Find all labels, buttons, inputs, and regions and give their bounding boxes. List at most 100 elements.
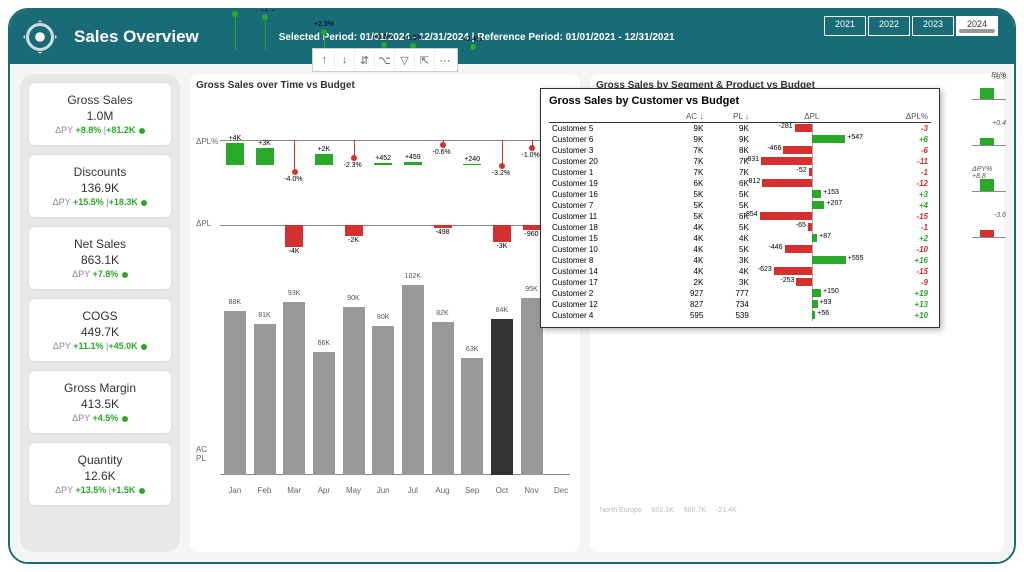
col-dpl[interactable]: ΔPL <box>752 111 872 123</box>
more-icon[interactable]: ⋯ <box>435 51 455 69</box>
cell-pl: 3K <box>706 277 752 288</box>
table-row[interactable]: Customer 14 4K 4K -623 -15 <box>549 266 931 277</box>
time-chart[interactable]: ΔPL% +4.5% +4.1% -4.0% +2.3% -2.3% +0.6%… <box>196 95 574 535</box>
cell-name: Customer 6 <box>549 134 657 145</box>
export-icon[interactable]: ⇱ <box>415 51 435 69</box>
cell-name: Customer 16 <box>549 189 657 200</box>
year-tab-2023[interactable]: 2023 <box>912 16 954 36</box>
kpi-value: 413.5K <box>35 397 165 411</box>
kpi-card[interactable]: Gross Sales 1.0M ΔPY +8.8% |+81.2K <box>28 82 172 146</box>
cell-dplp: -10 <box>872 244 931 255</box>
chart-toolbar: ↑↓⇵⌥▽⇱⋯ <box>312 48 458 72</box>
year-tab-2022[interactable]: 2022 <box>868 16 910 36</box>
arrow-down-icon[interactable]: ↓ <box>335 51 355 69</box>
actual-column[interactable]: 80K <box>372 326 394 475</box>
app-frame: Sales Overview Selected Period: 01/01/20… <box>8 8 1016 564</box>
col-dplp[interactable]: ΔPL% <box>872 111 931 123</box>
faded-row: North Europe 602.1K 580.7K -21.4K <box>600 507 1002 514</box>
kpi-card[interactable]: Quantity 12.6K ΔPY +13.5% |+1.5K <box>28 442 172 506</box>
funnel-icon[interactable]: ▽ <box>395 51 415 69</box>
table-row[interactable]: Customer 17 2K 3K -253 -9 <box>549 277 931 288</box>
cell-pl: 5K <box>706 222 752 233</box>
cell-dplp: -12 <box>872 178 931 189</box>
actual-column[interactable]: 66K <box>313 352 335 475</box>
cell-dpl-bar: -831 <box>752 156 872 167</box>
sort-down-icon: ↓ <box>699 112 703 121</box>
cell-ac: 7K <box>657 167 706 178</box>
actual-column[interactable]: 84K <box>491 319 513 475</box>
kpi-delta: ΔPY +4.5% <box>35 413 165 423</box>
hierarchy-icon[interactable]: ⌥ <box>375 51 395 69</box>
time-chart-title: Gross Sales over Time vs Budget <box>196 80 574 91</box>
cell-ac: 5K <box>657 211 706 222</box>
kpi-card[interactable]: Net Sales 863.1K ΔPY +7.8% <box>28 226 172 290</box>
table-row[interactable]: Customer 10 4K 5K -446 -10 <box>549 244 931 255</box>
table-row[interactable]: Customer 20 7K 7K -831 -11 <box>549 156 931 167</box>
x-tick-label: Mar <box>280 486 308 495</box>
cell-name: Customer 4 <box>549 310 657 321</box>
cell-ac: 2K <box>657 277 706 288</box>
kpi-delta: ΔPY +7.8% <box>35 269 165 279</box>
table-row[interactable]: Customer 16 5K 5K +153 +3 <box>549 189 931 200</box>
actual-column[interactable]: 63K <box>461 358 483 475</box>
actual-column[interactable]: 81K <box>254 324 276 475</box>
year-tab-2024[interactable]: 2024 <box>956 16 998 36</box>
cell-pl: 8K <box>706 145 752 156</box>
table-row[interactable]: Customer 6 9K 9K +547 +6 <box>549 134 931 145</box>
actual-column[interactable]: 88K <box>224 311 246 475</box>
cell-dplp: -15 <box>872 266 931 277</box>
table-row[interactable]: Customer 7 5K 5K +207 +4 <box>549 200 931 211</box>
table-row[interactable]: Customer 2 927 777 +150 +19 <box>549 288 931 299</box>
col-ac[interactable]: AC ↓ <box>657 111 706 123</box>
col-pl[interactable]: PL ↓ <box>706 111 752 123</box>
status-dot-icon <box>122 416 128 422</box>
peek-mini-bar: +0.8 <box>972 84 1006 100</box>
table-row[interactable]: Customer 18 4K 5K -65 -1 <box>549 222 931 233</box>
kpi-delta: ΔPY +13.5% |+1.5K <box>35 485 165 495</box>
table-row[interactable]: Customer 1 7K 7K -52 -1 <box>549 167 931 178</box>
table-row[interactable]: Customer 3 7K 8K -466 -6 <box>549 145 931 156</box>
cell-dpl-bar: -281 <box>752 123 872 135</box>
kpi-card[interactable]: Gross Margin 413.5K ΔPY +4.5% <box>28 370 172 434</box>
actual-column[interactable]: 82K <box>432 322 454 475</box>
x-tick-label: Aug <box>429 486 457 495</box>
time-chart-panel: ↑↓⇵⌥▽⇱⋯ Gross Sales over Time vs Budget … <box>190 74 580 552</box>
table-row[interactable]: Customer 4 595 539 +56 +10 <box>549 310 931 321</box>
table-row[interactable]: Customer 12 827 734 +93 +13 <box>549 299 931 310</box>
cell-dpl-bar: +150 <box>752 288 872 299</box>
table-row[interactable]: Customer 15 4K 4K +87 +2 <box>549 233 931 244</box>
kpi-value: 12.6K <box>35 469 165 483</box>
cell-dpl-bar: +555 <box>752 255 872 266</box>
arrow-up-icon[interactable]: ↑ <box>315 51 335 69</box>
kpi-card[interactable]: COGS 449.7K ΔPY +11.1% |+45.0K <box>28 298 172 362</box>
table-row[interactable]: Customer 8 4K 3K +555 +16 <box>549 255 931 266</box>
year-tab-2021[interactable]: 2021 <box>824 16 866 36</box>
table-row[interactable]: Customer 19 6K 6K -812 -12 <box>549 178 931 189</box>
cell-name: Customer 18 <box>549 222 657 233</box>
actual-column[interactable]: 93K <box>283 302 305 475</box>
cell-pl: 3K <box>706 255 752 266</box>
sort-down-icon: ↓ <box>745 112 749 121</box>
sort-icon[interactable]: ⇵ <box>355 51 375 69</box>
actual-column[interactable]: 102K <box>402 285 424 475</box>
status-dot-icon <box>141 344 147 350</box>
kpi-card[interactable]: Discounts 136.9K ΔPY +15.5% |+18.3K <box>28 154 172 218</box>
cell-name: Customer 8 <box>549 255 657 266</box>
axis-label-variance: ΔPL% <box>196 137 218 146</box>
cell-ac: 5K <box>657 189 706 200</box>
status-dot-icon <box>122 272 128 278</box>
cell-name: Customer 10 <box>549 244 657 255</box>
actual-column[interactable]: 90K <box>343 307 365 475</box>
cell-dplp: -6 <box>872 145 931 156</box>
cell-pl: 5K <box>706 244 752 255</box>
cell-dpl-bar: -812 <box>752 178 872 189</box>
cell-ac: 7K <box>657 156 706 167</box>
table-row[interactable]: Customer 11 5K 6K -854 -15 <box>549 211 931 222</box>
cell-dpl-bar: +547 <box>752 134 872 145</box>
cell-pl: 5K <box>706 200 752 211</box>
table-row[interactable]: Customer 5 9K 9K -281 -3 <box>549 123 931 135</box>
cell-name: Customer 12 <box>549 299 657 310</box>
cell-ac: 4K <box>657 244 706 255</box>
cell-dpl-bar: +93 <box>752 299 872 310</box>
x-tick-label: Oct <box>488 486 516 495</box>
